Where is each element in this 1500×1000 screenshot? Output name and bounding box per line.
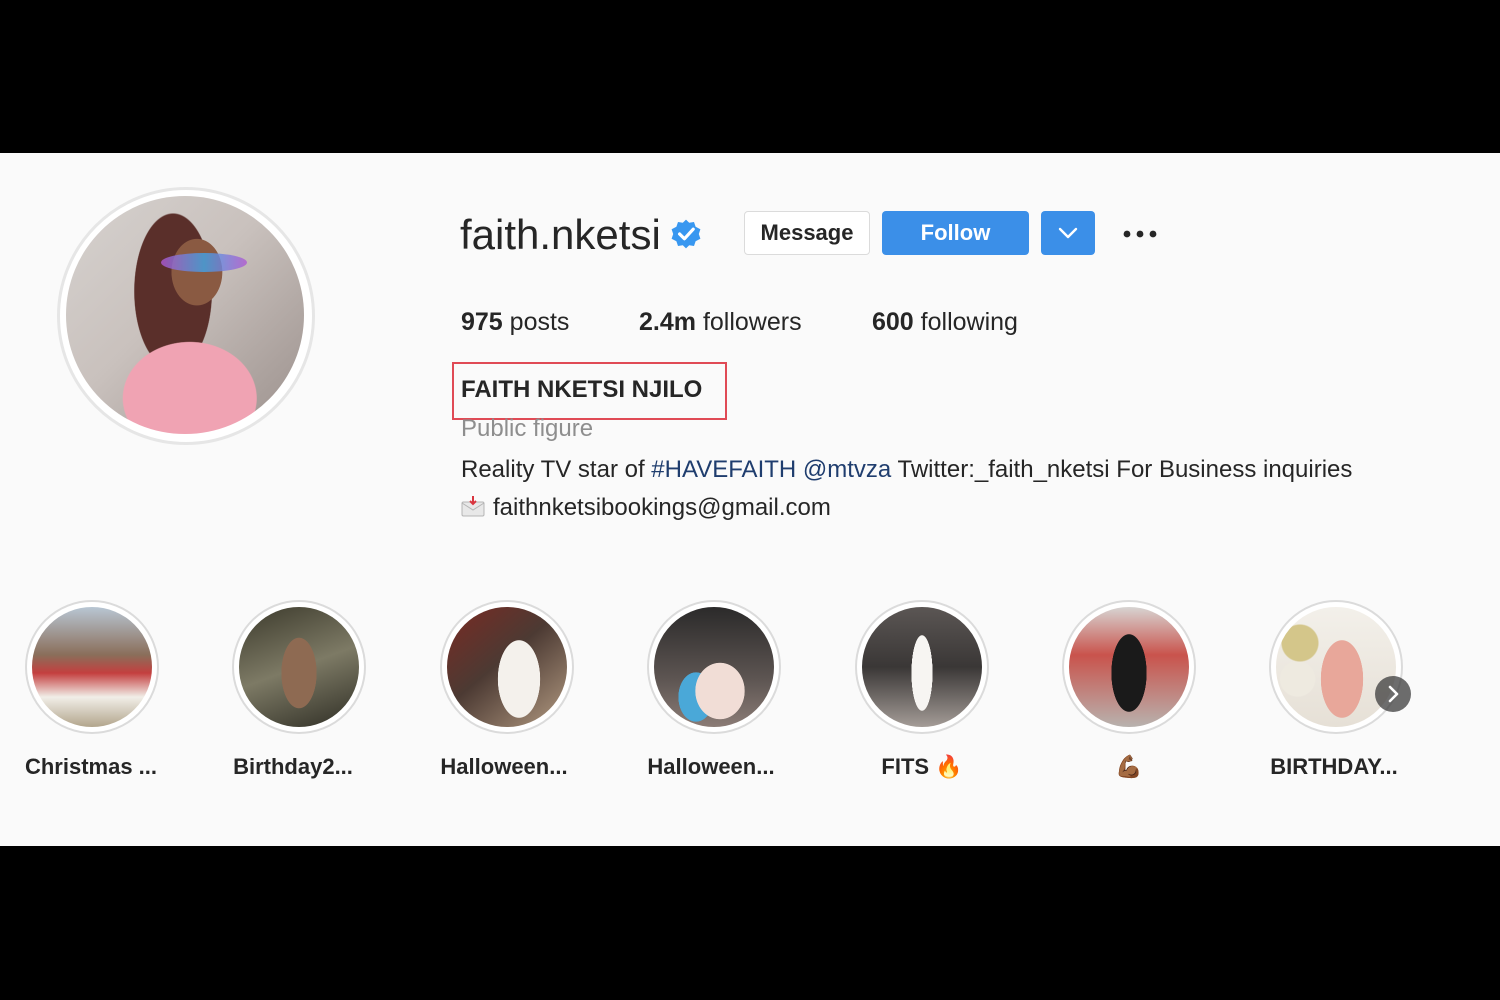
story-highlight-2[interactable] [232, 600, 366, 734]
mention-link[interactable]: @mtvza [803, 456, 891, 483]
highlight-label[interactable]: BIRTHDAY... [1244, 753, 1424, 781]
highlight-cover [447, 607, 567, 727]
suggested-dropdown-button[interactable] [1041, 211, 1095, 255]
story-highlight-7[interactable] [1269, 600, 1403, 734]
story-highlight-5[interactable] [855, 600, 989, 734]
following-stat[interactable]: 600 following [872, 305, 1018, 339]
highlight-cover [239, 607, 359, 727]
following-count: 600 [872, 308, 914, 336]
highlights-next-button[interactable] [1375, 676, 1411, 712]
envelope-icon [461, 496, 485, 517]
avatar-detail [161, 253, 247, 273]
category-label: Public figure [461, 415, 594, 442]
username: faith.nketsi [460, 211, 661, 258]
avatar[interactable] [66, 196, 304, 434]
verified-badge-icon [671, 219, 701, 249]
more-options-icon[interactable] [1120, 220, 1160, 248]
chevron-right-icon [1388, 685, 1399, 703]
followers-label: followers [702, 308, 802, 336]
email-text: faithnketsibookings@gmail.com [493, 494, 831, 521]
highlight-label[interactable]: Birthday2... [203, 753, 383, 781]
story-highlight-3[interactable] [440, 600, 574, 734]
highlight-cover [654, 607, 774, 727]
followers-stat[interactable]: 2.4m followers [639, 305, 802, 339]
highlight-label[interactable]: FITS 🔥 [832, 753, 1012, 781]
message-button[interactable]: Message [744, 211, 870, 255]
bio: Reality TV star of #HAVEFAITH @mtvza Twi… [461, 451, 1451, 527]
followers-count: 2.4m [639, 308, 696, 336]
posts-label: posts [509, 308, 570, 336]
bio-suffix: Twitter:_faith_nketsi For Business inqui… [891, 456, 1353, 483]
highlight-cover [862, 607, 982, 727]
posts-count: 975 [461, 308, 503, 336]
highlight-label[interactable]: Halloween... [414, 753, 594, 781]
story-highlight-4[interactable] [647, 600, 781, 734]
highlight-label[interactable]: 💪🏾 [1039, 753, 1219, 781]
highlight-label[interactable]: Halloween... [621, 753, 801, 781]
story-highlight-6[interactable] [1062, 600, 1196, 734]
highlight-cover [1069, 607, 1189, 727]
posts-stat: 975 posts [461, 305, 569, 339]
follow-button[interactable]: Follow [882, 211, 1029, 255]
following-label: following [920, 308, 1018, 336]
highlight-label[interactable]: Christmas ... [1, 753, 181, 781]
chevron-down-icon [1058, 227, 1078, 239]
highlight-cover [32, 607, 152, 727]
hashtag-link[interactable]: #HAVEFAITH [651, 456, 796, 483]
bio-prefix: Reality TV star of [461, 456, 652, 483]
full-name: FAITH NKETSI NJILO [461, 376, 703, 403]
story-highlight-1[interactable] [25, 600, 159, 734]
